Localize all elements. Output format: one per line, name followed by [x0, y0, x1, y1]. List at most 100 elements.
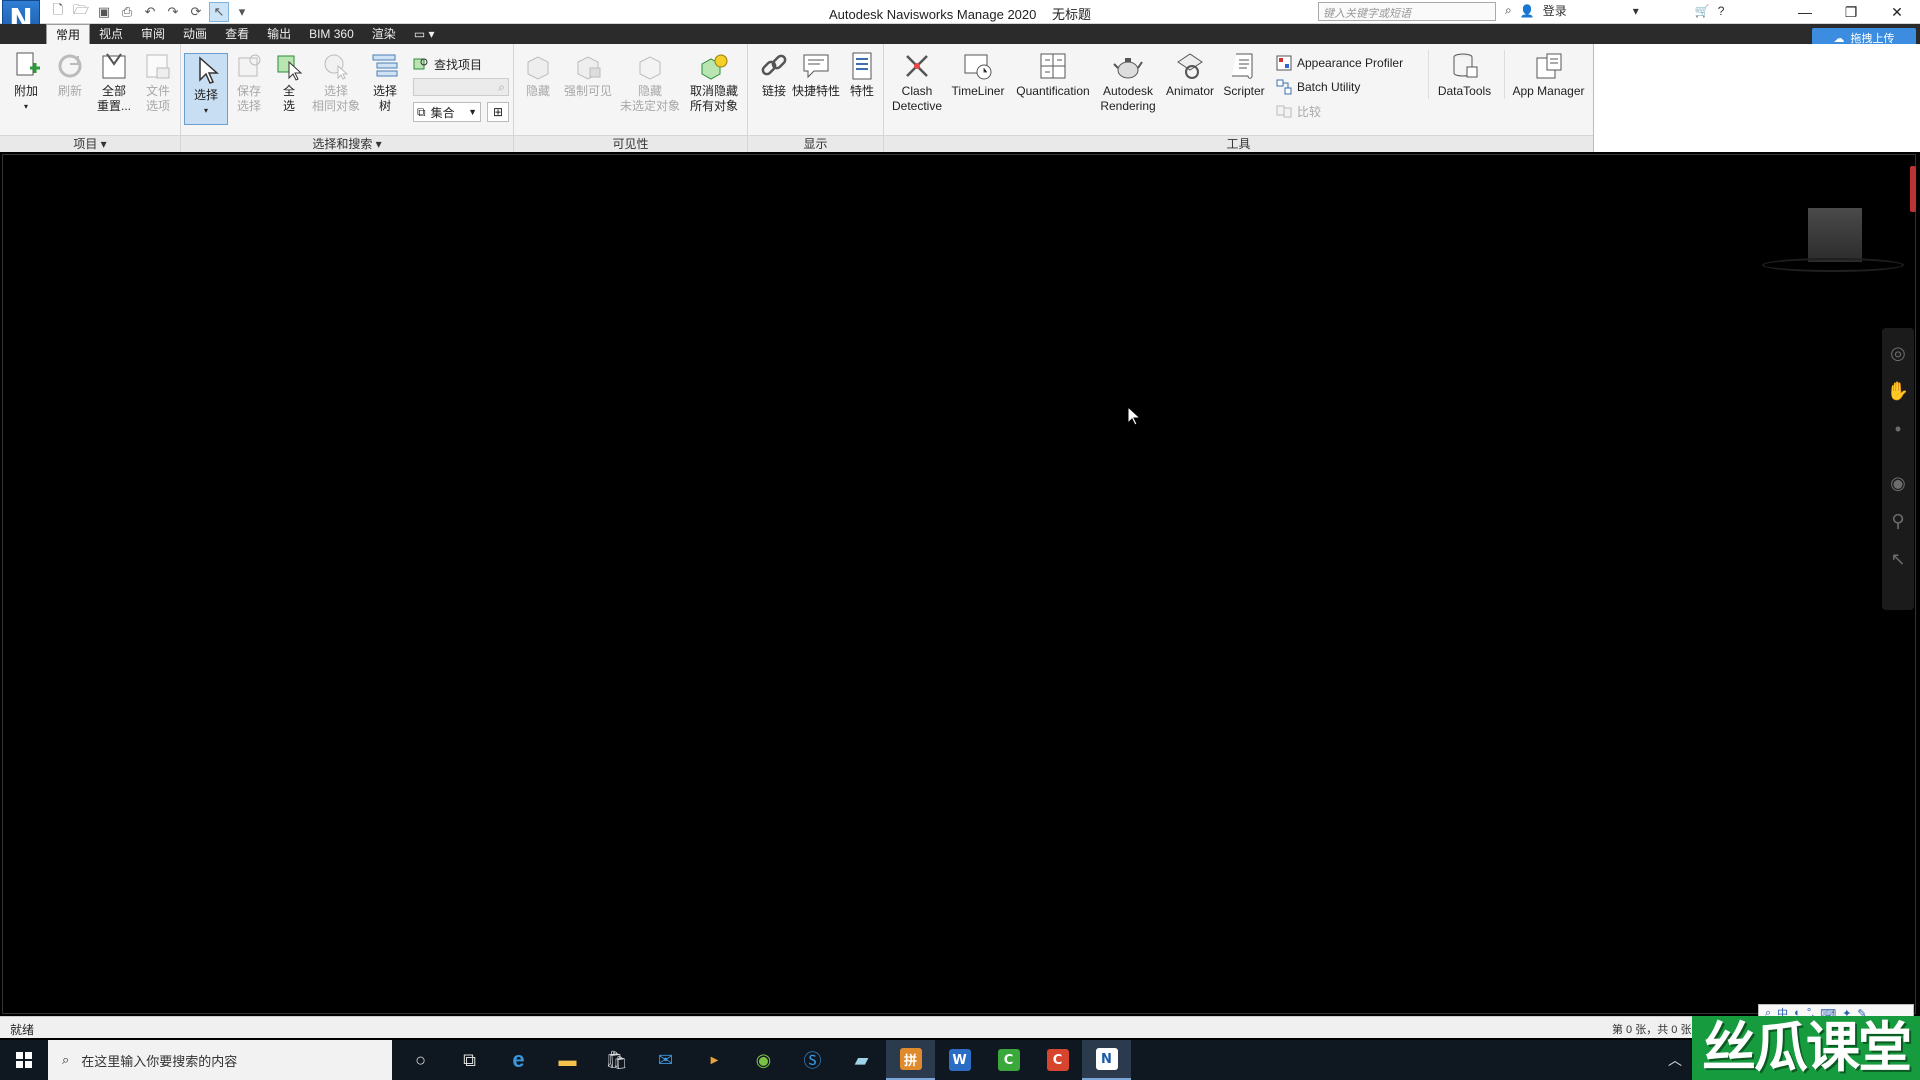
- animator-button[interactable]: Animator: [1160, 50, 1220, 99]
- sets-dropdown[interactable]: ⧉ 集合 ▼: [413, 102, 481, 122]
- undo-icon[interactable]: ↶: [140, 2, 160, 22]
- unhide-all-button[interactable]: 取消隐藏 所有对象: [684, 50, 744, 114]
- reset-all-button[interactable]: 全部 重置...: [94, 50, 134, 114]
- media-player-icon[interactable]: ▶: [690, 1040, 739, 1080]
- task-view-icon[interactable]: ⧉: [445, 1040, 494, 1080]
- tab-bim360[interactable]: BIM 360: [300, 24, 363, 44]
- chevron-down-icon[interactable]: ▾: [1633, 4, 1639, 18]
- new-file-icon[interactable]: 🗋: [48, 2, 68, 22]
- open-file-icon[interactable]: 🗁: [71, 2, 91, 22]
- word-icon[interactable]: W: [935, 1040, 984, 1080]
- timeliner-button[interactable]: TimeLiner: [946, 50, 1010, 99]
- find-items-button[interactable]: 查找项目: [413, 54, 482, 74]
- select-all-button[interactable]: 全 选: [271, 50, 307, 114]
- find-items-icon: [413, 58, 428, 70]
- close-button[interactable]: ✕: [1874, 0, 1920, 24]
- select-cursor-icon[interactable]: ↖: [209, 2, 229, 22]
- autodesk-rendering-label-1: Autodesk: [1102, 84, 1154, 98]
- taskbar-search-box[interactable]: ⌕ 在这里输入你要搜索的内容: [48, 1040, 392, 1080]
- save-icon[interactable]: ▣: [94, 2, 114, 22]
- tab-view[interactable]: 查看: [216, 24, 258, 44]
- tab-overflow-icon[interactable]: ▭ ▾: [405, 24, 444, 44]
- cart-icon[interactable]: 🛒: [1695, 4, 1710, 18]
- project-panel-label[interactable]: 项目 ▾: [0, 135, 180, 152]
- tab-review[interactable]: 审阅: [132, 24, 174, 44]
- quick-find-input[interactable]: ⌕: [413, 78, 509, 96]
- hide-button[interactable]: 隐藏: [520, 50, 556, 99]
- login-link[interactable]: 登录: [1543, 2, 1567, 19]
- help-search-input[interactable]: 键入关键字或短语: [1318, 2, 1496, 21]
- appearance-profiler-icon: [1276, 55, 1292, 71]
- camtasia-icon[interactable]: C: [984, 1040, 1033, 1080]
- binoculars-icon[interactable]: ⌕: [1505, 3, 1512, 18]
- refresh-icon[interactable]: ⟳: [186, 2, 206, 22]
- orbit-icon[interactable]: ◉: [1890, 472, 1906, 494]
- scripter-button[interactable]: Scripter: [1216, 50, 1272, 99]
- file-explorer-icon[interactable]: ▬: [543, 1040, 592, 1080]
- append-button[interactable]: 附加 ▾: [8, 50, 44, 114]
- datatools-button[interactable]: DataTools: [1428, 50, 1500, 99]
- append-label: 附加: [13, 84, 38, 98]
- zoom-dot-icon[interactable]: •: [1895, 418, 1901, 440]
- mouse-cursor-icon: [1127, 406, 1141, 426]
- help-icon[interactable]: ?: [1718, 4, 1725, 18]
- quantification-label: Quantification: [1016, 84, 1090, 98]
- viewcube[interactable]: [1808, 208, 1862, 262]
- taskbar-apps: ○ ⧉ e ▬ 🛍 ✉ ▶ ◉ Ⓢ ▰ 拼 W C C N: [396, 1040, 1131, 1080]
- compare-button[interactable]: 比较: [1276, 101, 1321, 121]
- select-pointer-icon[interactable]: ↖: [1890, 548, 1905, 570]
- pan-hand-icon[interactable]: ✋: [1887, 380, 1909, 402]
- properties-button[interactable]: 特性: [844, 50, 880, 99]
- tab-output[interactable]: 输出: [258, 24, 300, 44]
- cortana-icon[interactable]: ○: [396, 1040, 445, 1080]
- navisworks-taskbar-icon[interactable]: N: [1082, 1040, 1131, 1080]
- tab-render[interactable]: 渲染: [363, 24, 405, 44]
- start-button[interactable]: [0, 1040, 48, 1080]
- skype-icon[interactable]: Ⓢ: [788, 1040, 837, 1080]
- scene-viewport[interactable]: [2, 154, 1916, 1014]
- batch-utility-button[interactable]: Batch Utility: [1276, 77, 1360, 97]
- autodesk-rendering-button[interactable]: Autodesk Rendering: [1094, 50, 1162, 114]
- restore-button[interactable]: ❐: [1828, 0, 1874, 24]
- steering-wheel-icon[interactable]: ◎: [1890, 342, 1906, 364]
- tab-home[interactable]: 常用: [46, 24, 91, 44]
- mail-icon[interactable]: ✉: [641, 1040, 690, 1080]
- file-options-button[interactable]: 文件 选项: [140, 50, 176, 114]
- quantification-button[interactable]: Quantification: [1010, 50, 1096, 99]
- links-button[interactable]: 链接: [756, 50, 792, 99]
- print-icon[interactable]: ⎙: [117, 2, 137, 22]
- store-icon[interactable]: 🛍: [592, 1040, 641, 1080]
- tab-viewpoint[interactable]: 视点: [90, 24, 132, 44]
- tray-expand-icon[interactable]: ︿: [1668, 1050, 1682, 1070]
- select-search-panel-label[interactable]: 选择和搜索 ▾: [181, 135, 513, 152]
- select-same-button[interactable]: 选择 相同对象: [311, 50, 361, 114]
- tab-animation[interactable]: 动画: [174, 24, 216, 44]
- save-selection-label-1: 保存: [236, 84, 261, 98]
- customize-qat-icon[interactable]: ▾: [232, 2, 252, 22]
- edge-browser-icon[interactable]: e: [494, 1040, 543, 1080]
- recorder-icon[interactable]: C: [1033, 1040, 1082, 1080]
- appearance-profiler-button[interactable]: Appearance Profiler: [1276, 53, 1403, 73]
- require-button[interactable]: 强制可见: [560, 50, 616, 99]
- select-button[interactable]: 选择 ▾: [184, 53, 228, 125]
- walk-icon[interactable]: ⚲: [1891, 510, 1904, 532]
- title-right-tools: ⌕ 👤 登录 ▾ 🛒 ?: [1505, 2, 1724, 19]
- hide-unselected-button[interactable]: 隐藏 未选定对象: [614, 50, 686, 114]
- minimize-button[interactable]: —: [1782, 0, 1828, 24]
- clash-detective-button[interactable]: Clash Detective: [888, 50, 946, 114]
- clash-detective-icon: [906, 55, 928, 77]
- save-selection-button[interactable]: 保存 选择: [231, 50, 267, 114]
- selection-tree-button[interactable]: 选择 树: [367, 50, 403, 114]
- select-all-icon: [277, 55, 303, 81]
- manage-sets-button[interactable]: ⊞: [487, 102, 509, 122]
- refresh-button[interactable]: 刷新: [52, 50, 88, 99]
- user-icon[interactable]: 👤: [1520, 4, 1535, 18]
- notes-icon[interactable]: ▰: [837, 1040, 886, 1080]
- browser-green-icon[interactable]: ◉: [739, 1040, 788, 1080]
- quick-properties-button[interactable]: 快捷特性: [790, 50, 842, 99]
- viewcube-compass-ring[interactable]: [1762, 258, 1904, 272]
- redo-icon[interactable]: ↷: [163, 2, 183, 22]
- app-manager-button[interactable]: App Manager: [1504, 50, 1592, 99]
- ime-app-icon[interactable]: 拼: [886, 1040, 935, 1080]
- visibility-panel-label: 可见性: [514, 135, 747, 152]
